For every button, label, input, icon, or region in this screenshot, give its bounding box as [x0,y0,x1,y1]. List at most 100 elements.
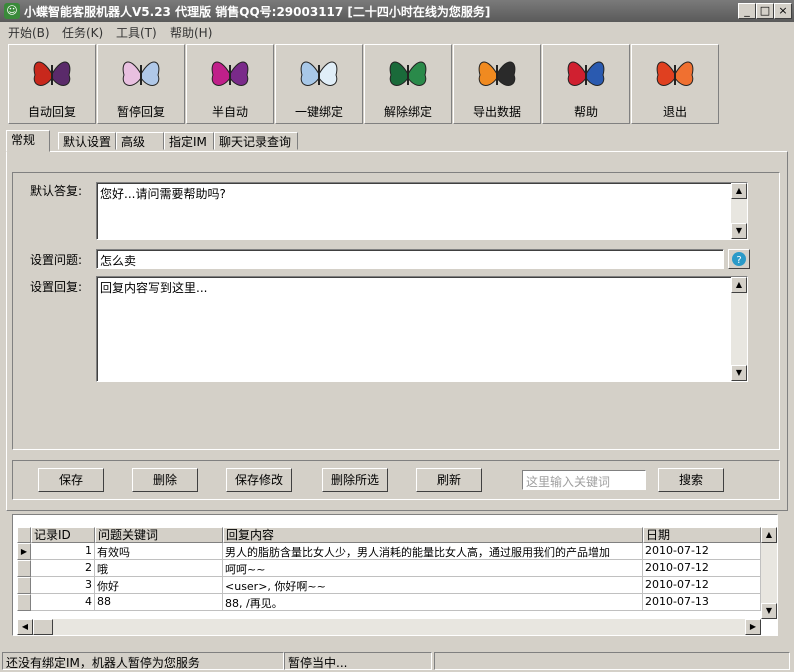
toolbar-button-4[interactable]: 一键绑定 [275,44,363,124]
cell-reply[interactable]: 88, /再见。 [223,594,643,611]
toolbar-button-7[interactable]: 帮助 [542,44,630,124]
scroll-up-icon[interactable]: ▲ [731,183,747,199]
toolbar-button-label: 暂停回复 [116,105,165,119]
cell-id[interactable]: 3 [31,577,95,594]
column-header-date[interactable]: 日期 [643,527,761,543]
delete-button[interactable]: 删除 [132,468,198,492]
cell-id[interactable]: 1 [31,543,95,560]
toolbar-button-6[interactable]: 导出数据 [453,44,541,124]
app-icon: ☺ [4,3,20,19]
cell-keyword[interactable]: 你好 [95,577,223,594]
menu-bar: 开始(B) 任务(K) 工具(T) 帮助(H) [0,22,794,42]
butterfly-orange-red-icon [656,61,694,86]
status-bind-state: 还没有绑定IM，机器人暂停为您服务 [2,652,284,670]
status-bar: 还没有绑定IM，机器人暂停为您服务 暂停当中... [0,650,794,672]
butterfly-magenta-icon [211,61,249,86]
status-run-state: 暂停当中... [284,652,432,670]
row-indicator[interactable] [17,594,31,611]
scroll-up-icon[interactable]: ▲ [761,527,777,543]
minimize-button[interactable]: _ [738,3,756,19]
reply-scrollbar[interactable]: ▲ ▼ [731,277,747,381]
tab-specify-im[interactable]: 指定IM [164,132,214,150]
table-hscroll[interactable]: ◀ ▶ [17,619,761,635]
toolbar: 自动回复 暂停回复 半自动 一键绑定 解除绑定 导出数据 帮助 退出 [8,44,728,124]
save-button[interactable]: 保存 [38,468,104,492]
toolbar-button-8[interactable]: 退出 [631,44,719,124]
toolbar-button-3[interactable]: 半自动 [186,44,274,124]
tab-default-settings[interactable]: 默认设置 [58,132,116,150]
default-reply-textarea[interactable]: 您好...请问需要帮助吗? ▲ ▼ [96,182,748,240]
menu-help[interactable]: 帮助(H) [170,24,212,41]
scroll-left-icon[interactable]: ◀ [17,619,33,635]
scroll-right-icon[interactable]: ▶ [745,619,761,635]
cell-reply[interactable]: <user>, 你好啊~~ [223,577,643,594]
row-indicator[interactable] [17,560,31,577]
reply-value: 回复内容写到这里... [100,281,208,295]
window-title: 小蝶智能客服机器人V5.23 代理版 销售QQ号:29003117 [二十四小时… [24,5,491,19]
butterfly-orange-icon [478,61,516,86]
title-bar: ☺ 小蝶智能客服机器人V5.23 代理版 销售QQ号:29003117 [二十四… [0,0,794,22]
hscroll-thumb[interactable] [33,619,53,635]
toolbar-button-label: 退出 [662,105,687,119]
column-header-id[interactable]: 记录ID [31,527,95,543]
search-button[interactable]: 搜索 [658,468,724,492]
cell-date[interactable]: 2010-07-12 [643,560,761,577]
toolbar-button-2[interactable]: 暂停回复 [97,44,185,124]
cell-keyword[interactable]: 有效吗 [95,543,223,560]
reply-textarea[interactable]: 回复内容写到这里... ▲ ▼ [96,276,748,382]
scroll-down-icon[interactable]: ▼ [731,365,747,381]
search-input[interactable]: 这里输入关键词 [522,470,646,490]
toolbar-button-label: 自动回复 [27,105,76,119]
butterfly-green-icon [389,61,427,86]
cell-date[interactable]: 2010-07-13 [643,594,761,611]
tab-chat-history[interactable]: 聊天记录查询 [214,132,298,150]
tab-strip: 常规 默认设置 高级 指定IM 聊天记录查询 [6,130,786,152]
cell-id[interactable]: 4 [31,594,95,611]
refresh-button[interactable]: 刷新 [416,468,482,492]
scroll-down-icon[interactable]: ▼ [761,603,777,619]
row-pointer-icon[interactable]: ▶ [17,543,31,560]
cell-id[interactable]: 2 [31,560,95,577]
toolbar-button-5[interactable]: 解除绑定 [364,44,452,124]
scroll-up-icon[interactable]: ▲ [731,277,747,293]
svg-text:?: ? [736,255,741,266]
cell-keyword[interactable]: 88 [95,594,223,611]
butterfly-blue-icon [300,61,338,86]
scroll-down-icon[interactable]: ▼ [731,223,747,239]
toolbar-button-1[interactable]: 自动回复 [8,44,96,124]
cell-date[interactable]: 2010-07-12 [643,543,761,560]
table-vscroll[interactable]: ▲ ▼ [761,527,777,619]
cell-reply[interactable]: 呵呵~~ [223,560,643,577]
reply-label: 设置回复: [30,280,83,294]
close-button[interactable]: × [774,3,792,19]
default-reply-scrollbar[interactable]: ▲ ▼ [731,183,747,239]
column-header-reply[interactable]: 回复内容 [223,527,643,543]
toolbar-button-label: 半自动 [211,105,248,119]
save-edit-button[interactable]: 保存修改 [226,468,292,492]
row-indicator[interactable] [17,577,31,594]
toolbar-button-label: 帮助 [573,105,598,119]
toolbar-button-label: 解除绑定 [383,105,432,119]
help-button[interactable]: ? [728,249,750,269]
cell-date[interactable]: 2010-07-12 [643,577,761,594]
butterfly-red-icon [33,61,71,86]
question-input[interactable]: 怎么卖 [96,249,724,269]
row-indicator-header [17,527,31,543]
menu-task[interactable]: 任务(K) [62,24,103,41]
tab-general[interactable]: 常规 [6,130,50,152]
records-table[interactable]: 记录ID 问题关键词 回复内容 日期 ▶ 1 有效吗 男人的脂肪含量比女人少，男人消耗… [12,514,778,636]
column-header-keyword[interactable]: 问题关键词 [95,527,223,543]
delete-selected-button[interactable]: 删除所选 [322,468,388,492]
butterfly-pink-icon [122,61,160,86]
toolbar-button-label: 一键绑定 [294,105,343,119]
maximize-button[interactable]: □ [756,3,774,19]
cell-reply[interactable]: 男人的脂肪含量比女人少，男人消耗的能量比女人高，通过服用我们的产品增加 [223,543,643,560]
cell-keyword[interactable]: 哦 [95,560,223,577]
default-reply-value: 您好...请问需要帮助吗? [100,187,226,201]
menu-start[interactable]: 开始(B) [8,24,50,41]
butterfly-redblue-icon [567,61,605,86]
question-label: 设置问题: [30,253,83,267]
menu-tools[interactable]: 工具(T) [116,24,157,41]
tab-advanced[interactable]: 高级 [116,132,164,150]
question-icon: ? [732,252,746,266]
